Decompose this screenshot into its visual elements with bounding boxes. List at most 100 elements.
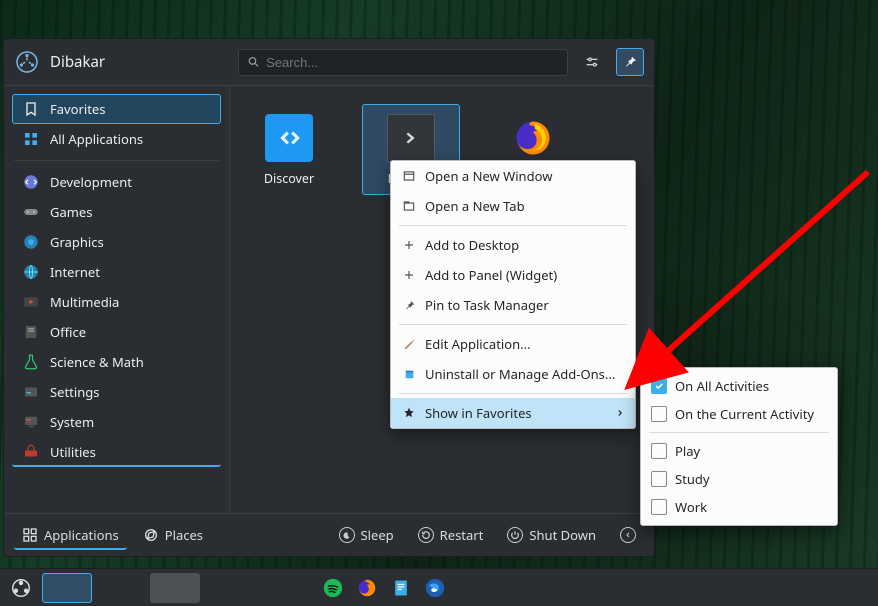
sidebar-item-office[interactable]: Office xyxy=(12,317,221,347)
menu-item-label: Edit Application... xyxy=(425,335,531,353)
restart-icon xyxy=(418,527,434,543)
firefox-icon xyxy=(509,114,557,162)
search-input[interactable] xyxy=(266,55,559,70)
taskbar-app-firefox[interactable] xyxy=(352,577,382,599)
menu-item-open-new-window[interactable]: Open a New Window xyxy=(391,161,635,191)
sidebar-item-label: Development xyxy=(50,173,132,191)
app-label: Discover xyxy=(264,170,314,187)
menu-item-label: Show in Favorites xyxy=(425,404,532,422)
menu-item-show-in-favorites[interactable]: Show in Favorites xyxy=(391,398,635,428)
submenu-item-study[interactable]: Study xyxy=(641,465,837,493)
menu-item-label: Add to Desktop xyxy=(425,236,519,254)
sidebar-item-label: Utilities xyxy=(50,443,96,461)
button-label: Restart xyxy=(440,526,484,544)
submenu-item-play[interactable]: Play xyxy=(641,437,837,465)
task-button[interactable] xyxy=(150,573,200,603)
sidebar-item-label: Favorites xyxy=(50,100,105,118)
user-name: Dibakar xyxy=(50,52,105,72)
more-button[interactable] xyxy=(612,521,644,549)
sidebar-item-development[interactable]: Development xyxy=(12,167,221,197)
task-button[interactable] xyxy=(96,573,146,603)
plus-icon xyxy=(401,237,417,253)
search-icon xyxy=(247,55,260,69)
sidebar-item-all-applications[interactable]: All Applications xyxy=(12,124,221,154)
submenu-item-label: Study xyxy=(675,470,710,488)
sidebar-item-label: System xyxy=(50,413,94,431)
tab-applications[interactable]: Applications xyxy=(14,520,127,550)
launcher-header: Dibakar xyxy=(4,39,654,85)
internet-icon xyxy=(22,263,40,281)
bookmark-icon xyxy=(22,100,40,118)
start-button[interactable] xyxy=(4,573,38,603)
submenu-item-label: On the Current Activity xyxy=(675,405,814,423)
settings-icon xyxy=(22,383,40,401)
menu-item-label: Pin to Task Manager xyxy=(425,296,549,314)
submenu-item-work[interactable]: Work xyxy=(641,493,837,521)
sliders-icon xyxy=(584,54,600,70)
sidebar-item-favorites[interactable]: Favorites xyxy=(12,94,221,124)
taskbar xyxy=(0,568,878,606)
sidebar-item-settings[interactable]: Settings xyxy=(12,377,221,407)
sidebar-item-label: Office xyxy=(50,323,86,341)
sidebar-item-games[interactable]: Games xyxy=(12,197,221,227)
sidebar-item-graphics[interactable]: Graphics xyxy=(12,227,221,257)
menu-item-add-to-desktop[interactable]: Add to Desktop xyxy=(391,230,635,260)
sidebar-item-internet[interactable]: Internet xyxy=(12,257,221,287)
restart-button[interactable]: Restart xyxy=(410,520,492,550)
sidebar-item-utilities[interactable]: Utilities xyxy=(12,437,221,467)
taskbar-app-spotify[interactable] xyxy=(318,577,348,599)
menu-item-pin-to-task-manager[interactable]: Pin to Task Manager xyxy=(391,290,635,320)
sidebar-item-system[interactable]: System xyxy=(12,407,221,437)
sidebar-item-label: All Applications xyxy=(50,130,143,148)
submenu-item-label: On All Activities xyxy=(675,377,769,395)
separator xyxy=(14,160,219,161)
tab-label: Applications xyxy=(44,526,119,544)
button-label: Sleep xyxy=(361,526,394,544)
sidebar-item-label: Graphics xyxy=(50,233,104,251)
checkbox-icon xyxy=(651,499,667,515)
menu-item-add-to-panel[interactable]: Add to Panel (Widget) xyxy=(391,260,635,290)
submenu-item-label: Play xyxy=(675,442,700,460)
separator xyxy=(399,324,627,325)
multimedia-icon xyxy=(22,293,40,311)
pin-button[interactable] xyxy=(616,48,644,76)
sidebar-item-science-math[interactable]: Science & Math xyxy=(12,347,221,377)
games-icon xyxy=(22,203,40,221)
plasma-logo-icon xyxy=(10,577,32,599)
development-icon xyxy=(22,173,40,191)
checkbox-icon xyxy=(651,406,667,422)
places-icon xyxy=(143,527,159,543)
submenu-item-on-all-activities[interactable]: On All Activities xyxy=(641,372,837,400)
tab-places[interactable]: Places xyxy=(135,520,211,550)
tab-icon xyxy=(401,198,417,214)
apps-icon xyxy=(22,527,38,543)
sleep-button[interactable]: Sleep xyxy=(331,520,402,550)
chevron-right-icon xyxy=(615,404,625,422)
checkbox-icon xyxy=(651,443,667,459)
plus-icon xyxy=(401,267,417,283)
separator xyxy=(649,432,829,433)
taskbar-app-thunderbird[interactable] xyxy=(420,577,450,599)
button-label: Shut Down xyxy=(529,526,596,544)
shutdown-button[interactable]: Shut Down xyxy=(499,520,604,550)
menu-item-edit-application[interactable]: Edit Application... xyxy=(391,329,635,359)
sidebar-item-label: Internet xyxy=(50,263,100,281)
taskbar-app-files[interactable] xyxy=(386,578,416,598)
app-card-discover[interactable]: Discover xyxy=(240,104,338,195)
discover-icon xyxy=(265,114,313,162)
sleep-icon xyxy=(339,527,355,543)
menu-item-open-new-tab[interactable]: Open a New Tab xyxy=(391,191,635,221)
context-menu: Open a New Window Open a New Tab Add to … xyxy=(390,160,636,429)
pin-icon xyxy=(622,54,638,70)
task-button-active[interactable] xyxy=(42,573,92,603)
separator xyxy=(399,393,627,394)
menu-item-uninstall[interactable]: Uninstall or Manage Add-Ons... xyxy=(391,359,635,389)
menu-item-label: Open a New Tab xyxy=(425,197,525,215)
package-icon xyxy=(401,366,417,382)
search-input-wrapper[interactable] xyxy=(238,49,568,76)
graphics-icon xyxy=(22,233,40,251)
submenu-item-on-current-activity[interactable]: On the Current Activity xyxy=(641,400,837,428)
checkbox-icon xyxy=(651,378,667,394)
configure-button[interactable] xyxy=(578,48,606,76)
sidebar-item-multimedia[interactable]: Multimedia xyxy=(12,287,221,317)
